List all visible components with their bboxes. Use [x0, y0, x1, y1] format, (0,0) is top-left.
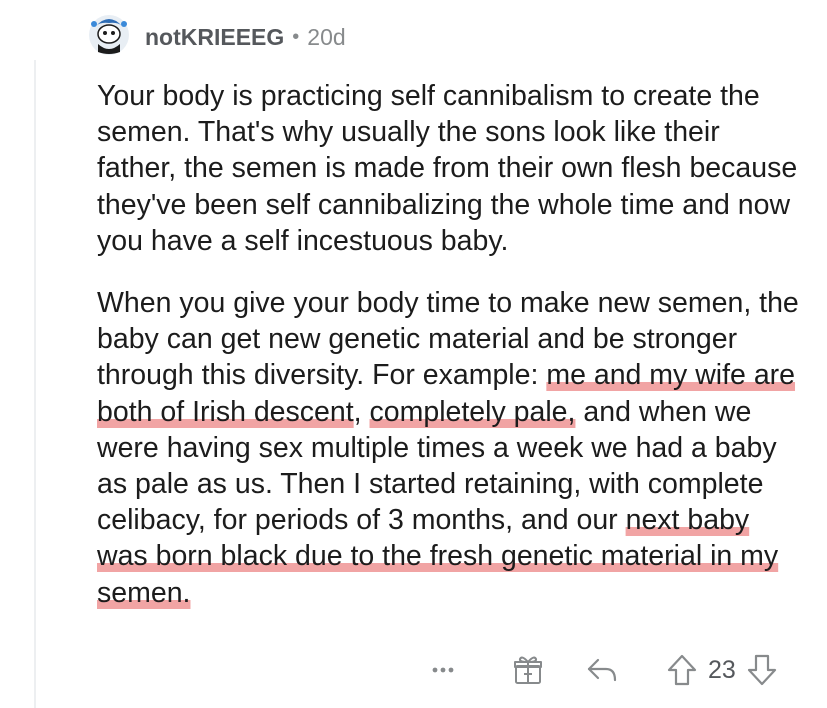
vote-count: 23 [708, 655, 736, 684]
comment-body: Your body is practicing self cannibalism… [97, 78, 802, 611]
comment-age[interactable]: 20d [307, 24, 345, 51]
award-icon [514, 656, 542, 684]
reply-arrow-icon [587, 658, 617, 682]
user-avatar[interactable] [88, 14, 130, 56]
more-options-button[interactable] [432, 667, 466, 673]
meta-separator: • [292, 26, 300, 48]
award-button[interactable] [510, 652, 546, 688]
comment-header: notKRIEEEG • 20d [145, 24, 346, 51]
more-options-icon [432, 667, 454, 673]
paragraph-text: , [353, 395, 370, 428]
comment-paragraph-1: Your body is practicing self cannibalism… [97, 80, 798, 257]
comment-paragraph-2: When you give your body time to make new… [97, 285, 802, 611]
highlighted-text: completely pale, [369, 395, 576, 428]
downvote-button[interactable] [744, 652, 780, 688]
downvote-arrow-icon [747, 654, 776, 686]
upvote-button[interactable] [664, 652, 700, 688]
snoo-avatar-icon [89, 15, 129, 55]
upvote-arrow-icon [667, 654, 697, 686]
comment-author[interactable]: notKRIEEEG [145, 24, 284, 51]
reply-button[interactable] [584, 652, 620, 688]
thread-line[interactable] [34, 60, 36, 708]
comment-actions: 23 [432, 648, 792, 692]
